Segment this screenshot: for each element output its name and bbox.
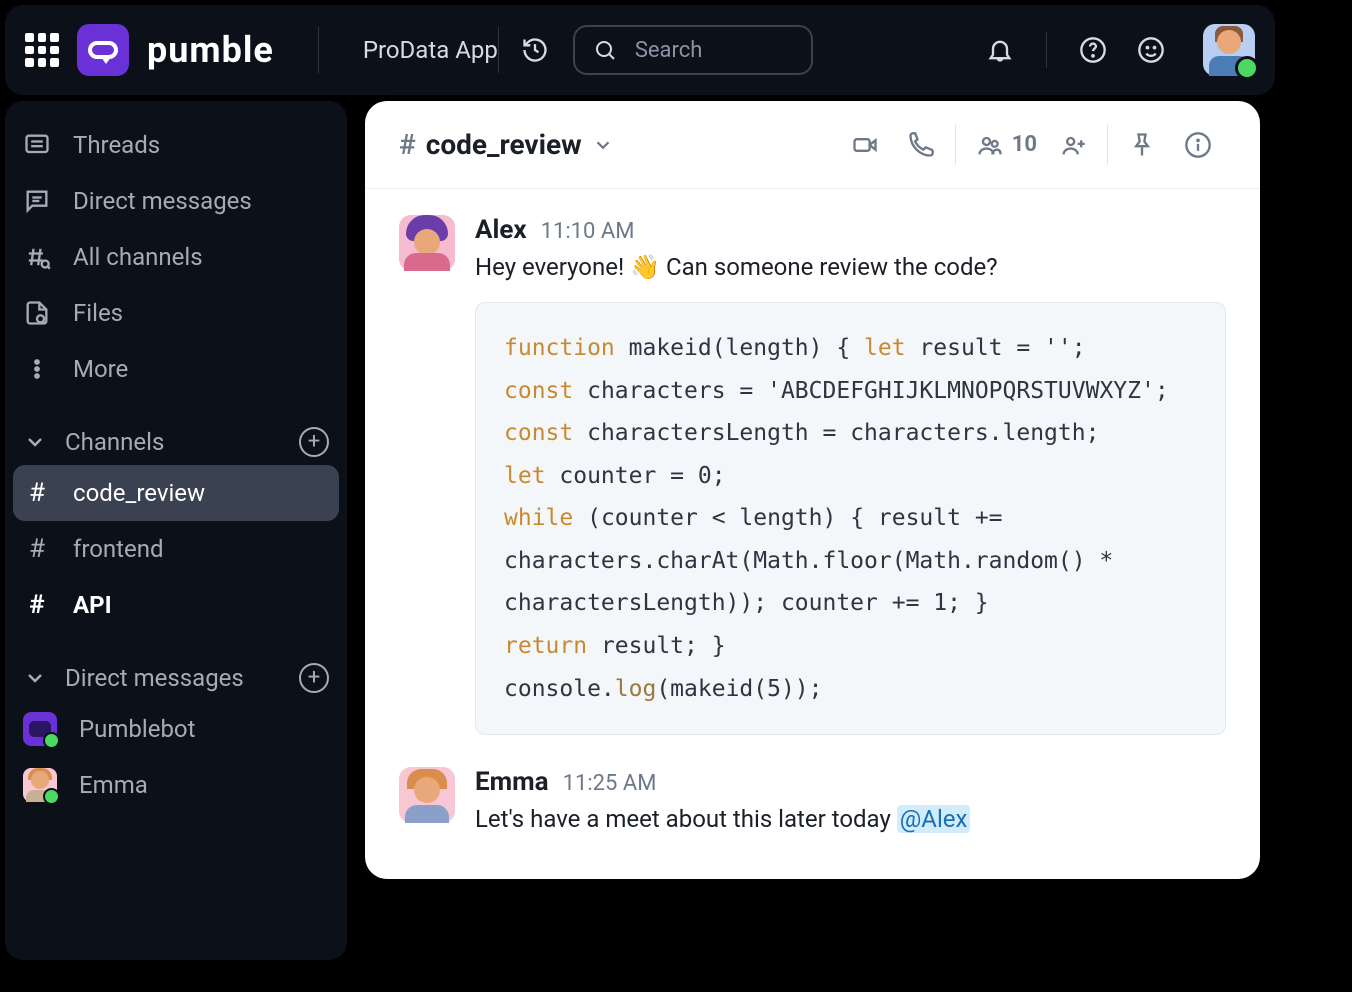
- sidebar-nav-all-channels[interactable]: All channels: [5, 229, 347, 285]
- brand-name: pumble: [147, 29, 274, 71]
- avatar-icon[interactable]: [399, 215, 455, 271]
- message-author[interactable]: Alex: [475, 215, 527, 245]
- section-label: Channels: [65, 428, 164, 456]
- workspace-name[interactable]: ProData App: [363, 36, 498, 64]
- dm-name: Pumblebot: [79, 715, 195, 743]
- avatar-icon: [23, 712, 57, 746]
- members-button[interactable]: [962, 131, 1018, 159]
- message: Emma 11:25 AM Let's have a meet about th…: [365, 759, 1260, 846]
- divider: [498, 27, 499, 73]
- channel-name: API: [73, 591, 112, 619]
- channel-panel: # code_review 10: [365, 101, 1260, 879]
- message: Alex 11:10 AM Hey everyone! 👋 Can someon…: [365, 207, 1260, 743]
- channel-name: frontend: [73, 535, 164, 563]
- history-icon[interactable]: [515, 30, 555, 70]
- chevron-down-icon: [23, 430, 47, 454]
- sidebar-label: Files: [73, 299, 123, 327]
- pumble-logo[interactable]: [77, 24, 129, 76]
- add-channel-button[interactable]: +: [299, 427, 329, 457]
- voice-call-button[interactable]: [893, 131, 949, 159]
- pin-button[interactable]: [1114, 131, 1170, 159]
- member-count: 10: [1012, 132, 1037, 157]
- sidebar-nav-threads[interactable]: Threads: [5, 117, 347, 173]
- info-button[interactable]: [1170, 131, 1226, 159]
- avatar-icon[interactable]: [399, 767, 455, 823]
- notifications-icon[interactable]: [980, 30, 1020, 70]
- message-text: Let's have a meet about this later today…: [475, 801, 1226, 838]
- chevron-down-icon: [592, 134, 614, 156]
- dm-name: Emma: [79, 771, 148, 799]
- hash-icon: #: [23, 590, 51, 620]
- hash-icon: #: [23, 534, 51, 564]
- divider: [1107, 125, 1108, 165]
- video-call-button[interactable]: [837, 131, 893, 159]
- user-avatar[interactable]: [1203, 24, 1255, 76]
- channel-title[interactable]: # code_review: [399, 128, 614, 161]
- channel-name: code_review: [426, 128, 582, 161]
- wave-emoji: 👋: [630, 253, 660, 281]
- sidebar-label: Threads: [73, 131, 160, 159]
- panel-header: # code_review 10: [365, 101, 1260, 189]
- sidebar-section-dm[interactable]: Direct messages +: [5, 633, 347, 701]
- sidebar-label: All channels: [73, 243, 203, 271]
- hash-icon: #: [399, 128, 416, 161]
- sidebar-label: Direct messages: [73, 187, 252, 215]
- app-header: pumble ProData App Search: [5, 5, 1275, 95]
- hash-icon: #: [23, 478, 51, 508]
- message-list: Alex 11:10 AM Hey everyone! 👋 Can someon…: [365, 189, 1260, 879]
- emoji-icon[interactable]: [1131, 30, 1171, 70]
- apps-grid-icon[interactable]: [25, 33, 59, 67]
- add-member-button[interactable]: [1045, 131, 1101, 159]
- chevron-down-icon: [23, 666, 47, 690]
- sidebar-nav-files[interactable]: Files: [5, 285, 347, 341]
- sidebar: Threads Direct messages All channels Fil…: [5, 101, 347, 960]
- message-time: 11:10 AM: [541, 219, 635, 244]
- divider: [1046, 32, 1047, 68]
- code-block[interactable]: function makeid(length) { let result = '…: [475, 302, 1226, 735]
- mention[interactable]: @Alex: [897, 805, 971, 833]
- section-label: Direct messages: [65, 664, 244, 692]
- sidebar-nav-dm[interactable]: Direct messages: [5, 173, 347, 229]
- divider: [955, 125, 956, 165]
- sidebar-nav-more[interactable]: More: [5, 341, 347, 397]
- add-dm-button[interactable]: +: [299, 663, 329, 693]
- sidebar-label: More: [73, 355, 128, 383]
- message-time: 11:25 AM: [563, 771, 657, 796]
- search-placeholder: Search: [635, 38, 703, 63]
- sidebar-channel-api[interactable]: # API: [5, 577, 347, 633]
- sidebar-section-channels[interactable]: Channels +: [5, 397, 347, 465]
- sidebar-channel-code_review[interactable]: # code_review: [13, 465, 339, 521]
- channel-name: code_review: [73, 479, 205, 507]
- sidebar-dm-emma[interactable]: Emma: [5, 757, 347, 813]
- message-author[interactable]: Emma: [475, 767, 549, 797]
- sidebar-dm-pumblebot[interactable]: Pumblebot: [5, 701, 347, 757]
- help-icon[interactable]: [1073, 30, 1113, 70]
- sidebar-channel-frontend[interactable]: # frontend: [5, 521, 347, 577]
- avatar-icon: [23, 768, 57, 802]
- divider: [318, 27, 319, 73]
- search-input[interactable]: Search: [573, 25, 813, 75]
- message-text: Hey everyone! 👋 Can someone review the c…: [475, 249, 1226, 286]
